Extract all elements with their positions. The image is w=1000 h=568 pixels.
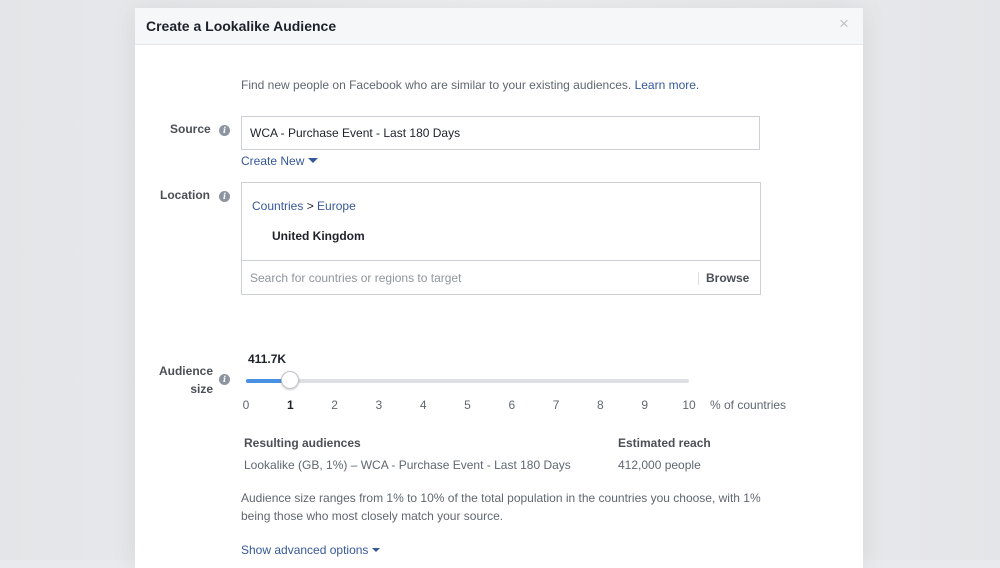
breadcrumb-separator: > [303,199,318,213]
caret-down-icon [308,158,319,163]
close-icon[interactable]: × [837,15,851,32]
estimated-reach-header: Estimated reach [618,436,711,450]
resulting-audiences-header: Resulting audiences [244,436,361,450]
source-label: Source [170,122,211,136]
audience-size-slider[interactable] [246,371,689,389]
caret-down-icon [372,548,381,552]
create-new-label: Create New [241,154,305,168]
slider-handle[interactable] [281,371,300,389]
show-advanced-options-link[interactable]: Show advanced options [241,543,381,557]
breadcrumb-europe[interactable]: Europe [317,199,356,213]
info-icon[interactable]: i [219,125,230,136]
breadcrumb-countries[interactable]: Countries [252,199,303,213]
slider-reach-value: 411.7K [248,352,287,366]
slider-tick-2[interactable]: 2 [325,398,345,412]
slider-unit-label: % of countries [710,398,787,412]
dialog-title: Create a Lookalike Audience [146,18,337,34]
location-search-input[interactable]: Search for countries or regions to targe… [250,271,461,285]
learn-more-link[interactable]: Learn more. [635,78,700,92]
audience-size-label-line2: size [190,382,213,396]
info-icon[interactable]: i [219,374,230,385]
slider-tick-0[interactable]: 0 [236,398,256,412]
intro-text: Find new people on Facebook who are simi… [241,78,699,92]
location-breadcrumb: Countries > Europe [252,199,356,213]
dialog-header: Create a Lookalike Audience × [135,8,863,45]
source-input[interactable]: WCA - Purchase Event - Last 180 Days [241,116,760,150]
slider-tick-8[interactable]: 8 [590,398,610,412]
slider-tick-10[interactable]: 10 [679,398,699,412]
location-selector: Countries > Europe United Kingdom Search… [241,182,761,295]
slider-tick-9[interactable]: 9 [635,398,655,412]
slider-tick-5[interactable]: 5 [458,398,478,412]
selected-country[interactable]: United Kingdom [272,229,365,243]
lookalike-dialog: Create a Lookalike Audience × Find new p… [135,8,863,568]
slider-tick-7[interactable]: 7 [546,398,566,412]
audience-size-label-line1: Audience [158,364,213,378]
resulting-audience-value: Lookalike (GB, 1%) – WCA - Purchase Even… [244,458,571,472]
browse-divider [698,272,699,285]
audience-size-label: Audience size [155,362,213,398]
location-search-row: Search for countries or regions to targe… [241,260,761,295]
estimated-reach-value: 412,000 people [618,458,701,472]
slider-tick-4[interactable]: 4 [413,398,433,412]
create-new-dropdown[interactable]: Create New [241,154,319,168]
slider-tick-6[interactable]: 6 [502,398,522,412]
audience-size-note: Audience size ranges from 1% to 10% of t… [241,491,761,523]
info-icon[interactable]: i [219,191,230,202]
location-label: Location [160,188,210,202]
slider-tick-3[interactable]: 3 [369,398,389,412]
browse-button[interactable]: Browse [706,271,749,285]
advanced-options-label: Show advanced options [241,543,369,557]
slider-tick-1[interactable]: 1 [280,398,300,412]
intro-description: Find new people on Facebook who are simi… [241,78,632,92]
